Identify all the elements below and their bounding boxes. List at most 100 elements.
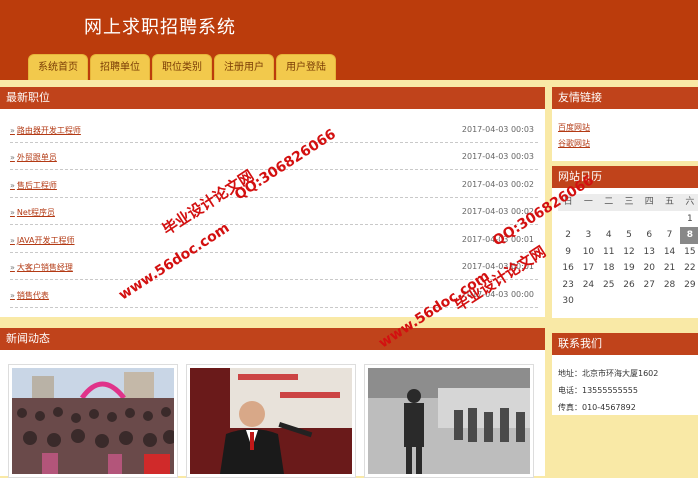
calendar-week-row: 23 24 25 26 27 28 29 [558, 277, 698, 294]
calendar-day[interactable]: 14 [659, 244, 679, 261]
friend-links-header: 友情链接 [552, 87, 698, 109]
job-title[interactable]: 大客户销售经理 [17, 263, 73, 272]
news-header: 新闻动态 [0, 328, 545, 350]
nav-tab-categories[interactable]: 职位类别 [152, 54, 212, 80]
calendar-day[interactable]: 30 [558, 293, 578, 310]
calendar-day[interactable]: 19 [619, 260, 639, 277]
calendar-empty-cell [578, 211, 598, 228]
calendar-week-row: 16 17 18 19 20 21 22 [558, 260, 698, 277]
job-link[interactable]: » JAVA开发工程师 [10, 235, 75, 246]
weekday-wed: 三 [618, 194, 640, 211]
calendar-day[interactable]: 3 [578, 227, 598, 244]
nav-tab-login[interactable]: 用户登陆 [276, 54, 336, 80]
calendar-grid: 日 一 二 三 四 五 六 1 2 3 4 5 6 7 8 9 10 11 12 13 14 15 16 17 1… [558, 194, 698, 310]
site-header: 网上求职招聘系统 系统首页 招聘单位 职位类别 注册用户 用户登陆 [0, 0, 698, 80]
contact-panel: 地址：北京市环海大厦1602 电话：13555555555 传真：010-456… [552, 355, 698, 415]
latest-jobs-header: 最新职位 [0, 87, 545, 109]
job-link[interactable]: » 大客户销售经理 [10, 262, 73, 273]
calendar-week-row: 2345678 [558, 227, 698, 244]
calendar-day[interactable]: 7 [659, 227, 679, 244]
job-row: » Net程序员 2017-04-03 00:02 [10, 197, 538, 225]
news-photo-bw-fair[interactable] [364, 364, 534, 478]
job-title[interactable]: 销售代表 [17, 291, 49, 300]
friend-link-google[interactable]: 谷歌网站 [558, 138, 590, 149]
calendar-panel: 日 一 二 三 四 五 六 1 2 3 4 5 6 7 8 9 10 11 12 13 14 15 16 17 1… [552, 188, 698, 318]
calendar-empty-cell [639, 293, 659, 310]
calendar-day[interactable]: 5 [619, 227, 639, 244]
calendar-day[interactable]: 15 [680, 244, 698, 261]
nav-tab-register[interactable]: 注册用户 [214, 54, 274, 80]
job-link[interactable]: » 售后工程师 [10, 180, 57, 191]
calendar-day[interactable]: 6 [639, 227, 659, 244]
job-link[interactable]: » Net程序员 [10, 207, 55, 218]
friend-link-baidu[interactable]: 百度网站 [558, 122, 590, 133]
nav-tab-home[interactable]: 系统首页 [28, 54, 88, 80]
friend-links-panel: 百度网站 谷歌网站 [552, 109, 698, 161]
job-title[interactable]: JAVA开发工程师 [17, 236, 75, 245]
calendar-day[interactable]: 1 [680, 211, 698, 228]
calendar-day[interactable]: 25 [599, 277, 619, 294]
calendar-day[interactable]: 18 [599, 260, 619, 277]
job-link[interactable]: » 外贸跟单员 [10, 152, 57, 163]
calendar-week-row: 30 [558, 293, 698, 310]
job-link[interactable]: » 路由器开发工程师 [10, 125, 81, 136]
calendar-empty-cell [680, 293, 698, 310]
contact-address: 地址：北京市环海大厦1602 [558, 369, 659, 378]
calendar-day[interactable]: 22 [680, 260, 698, 277]
calendar-day[interactable]: 17 [578, 260, 598, 277]
calendar-day[interactable]: 16 [558, 260, 578, 277]
weekday-tue: 二 [598, 194, 619, 211]
job-title[interactable]: 售后工程师 [17, 181, 57, 190]
nav-tab-companies[interactable]: 招聘单位 [90, 54, 150, 80]
job-date: 2017-04-03 00:03 [461, 152, 534, 161]
news-photo-speaker[interactable] [186, 364, 356, 478]
calendar-empty-cell [578, 293, 598, 310]
contact-fax: 传真：010-4567892 [558, 403, 636, 412]
weekday-fri: 五 [659, 194, 680, 211]
weekday-sat: 六 [679, 194, 698, 211]
job-row: » 路由器开发工程师 2017-04-03 00:03 [10, 115, 538, 143]
contact-header: 联系我们 [552, 333, 698, 355]
calendar-day[interactable]: 8 [679, 227, 698, 244]
calendar-empty-cell [639, 211, 659, 228]
calendar-day[interactable]: 24 [578, 277, 598, 294]
calendar-day[interactable]: 28 [659, 277, 679, 294]
job-title[interactable]: 外贸跟单员 [17, 153, 57, 162]
calendar-day[interactable]: 29 [680, 277, 698, 294]
main-nav: 系统首页 招聘单位 职位类别 注册用户 用户登陆 [28, 54, 336, 80]
calendar-weeks: 1 2 3 4 5 6 7 8 9 10 11 12 13 14 15 16 17 18 19 20 21 22 23 24 2… [558, 211, 698, 310]
calendar-empty-cell [619, 293, 639, 310]
weekday-thu: 四 [639, 194, 660, 211]
calendar-day[interactable]: 11 [599, 244, 619, 261]
calendar-day[interactable]: 2 [558, 227, 578, 244]
calendar-week-row: 1 [558, 211, 698, 228]
site-title: 网上求职招聘系统 [84, 17, 236, 38]
calendar-day[interactable]: 23 [558, 277, 578, 294]
calendar-empty-cell [659, 293, 679, 310]
calendar-day[interactable]: 26 [619, 277, 639, 294]
weekday-mon: 一 [578, 194, 599, 211]
job-title[interactable]: 路由器开发工程师 [17, 126, 81, 135]
calendar-empty-cell [619, 211, 639, 228]
job-link[interactable]: » 销售代表 [10, 290, 49, 301]
calendar-day[interactable]: 4 [599, 227, 619, 244]
job-row: » JAVA开发工程师 2017-04-03 00:01 [10, 225, 538, 253]
calendar-day[interactable]: 13 [639, 244, 659, 261]
calendar-empty-cell [599, 211, 619, 228]
calendar-day[interactable]: 12 [619, 244, 639, 261]
news-panel [0, 350, 545, 478]
calendar-day[interactable]: 20 [639, 260, 659, 277]
calendar-day[interactable]: 9 [558, 244, 578, 261]
contact-phone: 电话：13555555555 [558, 386, 638, 395]
calendar-day[interactable]: 27 [639, 277, 659, 294]
calendar-empty-cell [659, 211, 679, 228]
calendar-day[interactable]: 10 [578, 244, 598, 261]
calendar-week-row: 9 10 11 12 13 14 15 [558, 244, 698, 261]
job-title[interactable]: Net程序员 [17, 208, 55, 217]
calendar-day[interactable]: 21 [659, 260, 679, 277]
calendar-empty-cell [558, 211, 578, 228]
job-date: 2017-04-03 00:02 [461, 180, 534, 189]
job-row: » 大客户销售经理 2017-04-03 00:01 [10, 252, 538, 280]
news-photo-job-fair-crowd[interactable] [8, 364, 178, 478]
calendar-empty-cell [599, 293, 619, 310]
